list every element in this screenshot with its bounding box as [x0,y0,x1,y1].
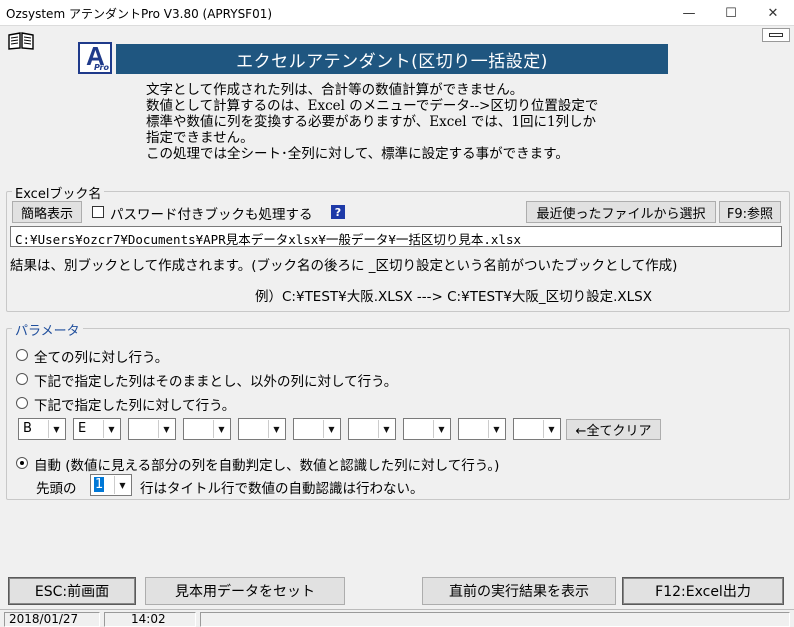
column-combo[interactable]: ▼ [293,418,341,440]
recent-files-button[interactable]: 最近使ったファイルから選択 [526,201,716,223]
description-line: 文字として作成された列は、合計等の数値計算ができません。 [146,82,524,98]
header-rows-value: 1 [94,477,105,492]
option-auto-radio[interactable] [16,457,28,469]
result-note: 結果は、別ブックとして作成されます。(ブック名の後ろに _区切り設定という名前が… [10,258,678,274]
column-combo[interactable]: ▼ [513,418,561,440]
book-group-legend: Excelブック名 [12,183,105,202]
restore-icon[interactable] [762,28,790,42]
chevron-down-icon[interactable]: ▼ [543,420,559,438]
option-exclude-label[interactable]: 下記で指定した列はそのままとし、以外の列に対して行う。 [34,370,397,390]
chevron-down-icon[interactable]: ▼ [433,420,449,438]
chevron-down-icon[interactable]: ▼ [378,420,394,438]
description: 文字として作成された列は、合計等の数値計算ができません。 数値として計算するのは… [146,82,706,162]
maximize-button[interactable]: ☐ [710,0,752,26]
option-all-label[interactable]: 全ての列に対し行う。 [34,346,168,366]
column-combo[interactable]: ▼ [183,418,231,440]
banner-title: エクセルアテンダント(区切り一括設定) [116,44,668,74]
column-combo-value: E [78,421,87,436]
column-combo[interactable]: ▼ [348,418,396,440]
minimize-button[interactable]: — [668,0,710,26]
header-rows-combo[interactable]: 1 ▼ [90,474,132,496]
column-combo[interactable]: B ▼ [18,418,66,440]
example-text: 例）C:¥TEST¥大阪.XLSX ---> C:¥TEST¥大阪_区切り設定.… [255,289,653,305]
excel-output-button[interactable]: F12:Excel出力 [622,577,784,605]
title-bar: Ozsystem アテンダントPro V3.80 (APRYSF01) — ☐ … [0,0,794,26]
password-checkbox[interactable] [92,206,104,218]
option-exclude-radio[interactable] [16,373,28,385]
status-time: 14:02 [104,612,196,627]
column-combo[interactable]: ▼ [458,418,506,440]
chevron-down-icon[interactable]: ▼ [268,420,284,438]
browse-button[interactable]: F9:参照 [719,201,781,223]
chevron-down-icon[interactable]: ▼ [158,420,174,438]
description-line: この処理では全シート･全列に対して、標準に設定する事ができます。 [146,146,569,162]
status-message [200,612,790,627]
help-icon[interactable]: ? [331,205,345,219]
close-button[interactable]: ✕ [752,0,794,26]
status-date: 2018/01/27 [4,612,100,627]
description-line: 指定できません。 [146,130,254,146]
option-include-radio[interactable] [16,397,28,409]
chevron-down-icon[interactable]: ▼ [48,420,64,438]
app-logo: A Pro [78,41,112,74]
clear-all-button[interactable]: ←全てクリア [566,419,661,440]
option-auto-label[interactable]: 自動 (数値に見える部分の列を自動判定し、数値と認識した列に対して行う。) [34,454,499,474]
window-title: Ozsystem アテンダントPro V3.80 (APRYSF01) [6,7,273,21]
chevron-down-icon[interactable]: ▼ [323,420,339,438]
chevron-down-icon[interactable]: ▼ [488,420,504,438]
status-bar: 2018/01/27 14:02 [0,609,794,627]
column-combo[interactable]: ▼ [403,418,451,440]
chevron-down-icon[interactable]: ▼ [114,476,130,494]
set-sample-data-button[interactable]: 見本用データをセット [145,577,345,605]
option-all-radio[interactable] [16,349,28,361]
description-line: 標準や数値に列を変換する必要がありますが、Excel では、1回に1列しか [146,114,597,130]
esc-back-button[interactable]: ESC:前画面 [8,577,136,605]
column-combo[interactable]: ▼ [238,418,286,440]
column-combo-value: B [23,421,32,436]
chevron-down-icon[interactable]: ▼ [213,420,229,438]
column-combo[interactable]: E ▼ [73,418,121,440]
show-last-result-button[interactable]: 直前の実行結果を表示 [422,577,616,605]
password-checkbox-label[interactable]: パスワード付きブックも処理する [110,203,313,223]
option-include-label[interactable]: 下記で指定した列に対して行う。 [34,394,235,414]
logo-sub: Pro [93,63,109,72]
params-group-legend: パラメータ [12,320,83,339]
header-rows-suffix: 行はタイトル行で数値の自動認識は行わない。 [140,481,424,497]
column-combo[interactable]: ▼ [128,418,176,440]
description-line: 数値として計算するのは、Excel のメニューでデータ-->区切り位置設定で [146,98,599,114]
book-icon[interactable] [8,32,34,50]
header-rows-prefix: 先頭の [36,481,77,497]
short-display-button[interactable]: 簡略表示 [12,201,82,223]
chevron-down-icon[interactable]: ▼ [103,420,119,438]
file-path-input[interactable]: C:¥Users¥ozcr7¥Documents¥APR見本データxlsx¥一般… [10,226,782,247]
